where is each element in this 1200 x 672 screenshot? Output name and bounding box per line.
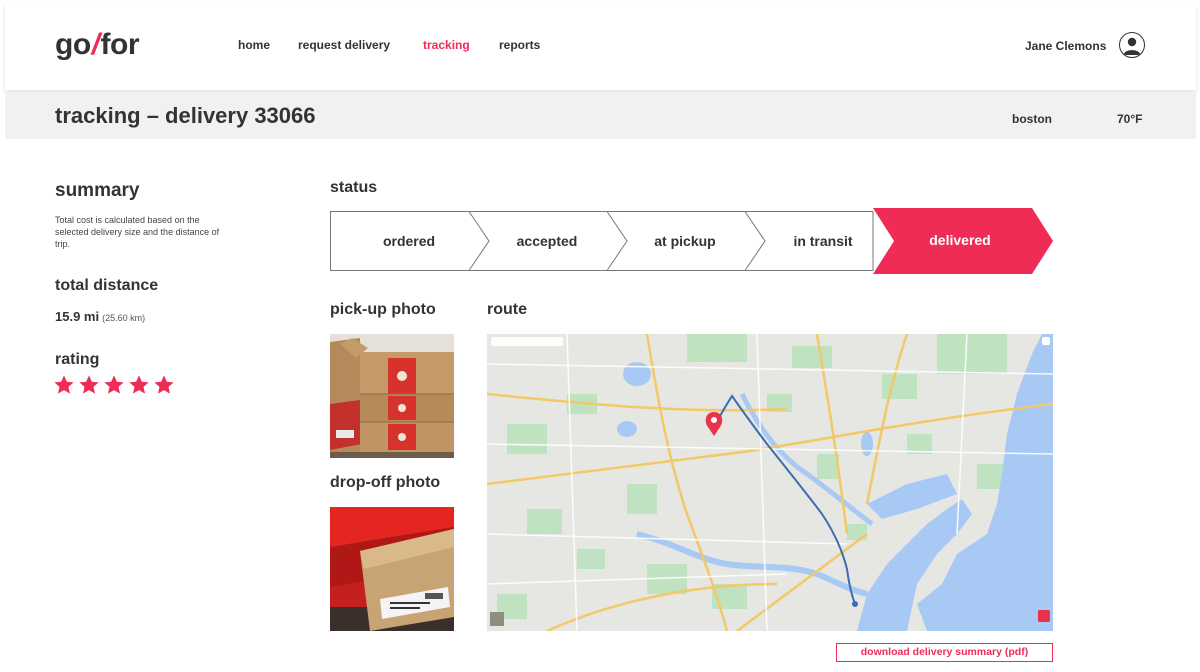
star-icon: [104, 375, 124, 394]
pickup-photo[interactable]: [330, 334, 454, 458]
status-step-at-pickup: at pickup: [654, 233, 716, 249]
status-step-delivered: delivered: [929, 232, 991, 248]
dropoff-photo-heading: drop-off photo: [330, 474, 441, 491]
temperature-label: 70°F: [1117, 112, 1143, 126]
user-name[interactable]: Jane Clemons: [1025, 39, 1106, 53]
distance-km: (25.60 km): [102, 313, 146, 323]
summary-description: Total cost is calculated based on the se…: [55, 215, 220, 249]
gofor-logo[interactable]: go/for: [55, 28, 139, 62]
star-icon: [54, 375, 74, 394]
pickup-photo-heading: pick-up photo: [330, 301, 436, 318]
download-summary-button[interactable]: download delivery summary (pdf): [836, 643, 1053, 662]
page-title: tracking – delivery 33066: [55, 103, 316, 128]
status-step-ordered: ordered: [382, 233, 436, 249]
route-heading: route: [487, 301, 527, 318]
city-label: boston: [1012, 112, 1052, 126]
star-icon: [129, 375, 149, 394]
dropoff-photo[interactable]: [330, 507, 454, 631]
page-subheader: tracking – delivery 33066 boston 70°F: [5, 92, 1196, 139]
total-distance-value: 15.9 mi (25.60 km): [55, 309, 145, 324]
rating-stars: [53, 374, 175, 396]
distance-miles: 15.9 mi: [55, 309, 100, 324]
status-step-in-transit: in transit: [793, 233, 853, 249]
star-icon: [79, 375, 99, 394]
route-map[interactable]: [487, 334, 1053, 631]
total-distance-heading: total distance: [55, 277, 159, 294]
user-avatar-icon[interactable]: [1119, 32, 1145, 58]
nav-item-reports[interactable]: reports: [499, 38, 540, 52]
summary-heading: summary: [55, 180, 140, 201]
rating-heading: rating: [55, 351, 100, 368]
top-navigation-bar: go/for home request delivery tracking re…: [5, 4, 1196, 90]
status-heading: status: [330, 179, 378, 196]
nav-item-home[interactable]: home: [238, 38, 270, 52]
status-step-accepted: accepted: [516, 233, 578, 249]
nav-item-tracking[interactable]: tracking: [423, 38, 470, 52]
star-icon: [154, 375, 174, 394]
status-progress: ordered accepted at pickup in transit de…: [330, 208, 1054, 274]
nav-item-request-delivery[interactable]: request delivery: [298, 38, 390, 52]
